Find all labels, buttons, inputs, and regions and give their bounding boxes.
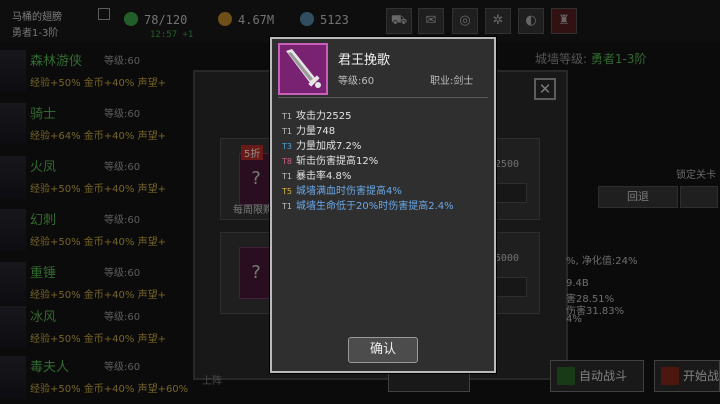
attribute-tier: T5	[282, 187, 292, 196]
sword-icon	[278, 43, 328, 95]
attribute-tier: T1	[282, 172, 292, 181]
item-attribute: T8 斩击伤害提高12%	[282, 152, 378, 167]
item-attribute: T1 攻击力2525	[282, 107, 351, 122]
item-attribute: T1 城墙生命低于20%时伤害提高2.4%	[282, 197, 454, 212]
item-detail-dialog: 君王挽歌 等级:60 职业:剑士 T1 攻击力2525 T1 力量748 T3 力量加…	[270, 37, 496, 373]
attribute-tier: T1	[282, 127, 292, 136]
attribute-tier: T3	[282, 142, 292, 151]
confirm-button[interactable]: 确认	[348, 337, 418, 363]
attribute-text: 力量748	[296, 126, 336, 137]
item-job: 职业:剑士	[430, 76, 474, 87]
attribute-text: 城墙满血时伤害提高4%	[296, 186, 402, 197]
divider	[278, 97, 488, 98]
attribute-tier: T1	[282, 112, 292, 121]
attribute-text: 攻击力2525	[296, 111, 352, 122]
attribute-text: 力量加成7.2%	[296, 141, 362, 152]
attribute-tier: T8	[282, 157, 292, 166]
attribute-tier: T1	[282, 202, 292, 211]
item-attribute: T1 暴击率4.8%	[282, 167, 351, 182]
item-attribute: T1 力量748	[282, 122, 335, 137]
attribute-text: 暴击率4.8%	[296, 171, 352, 182]
item-attribute: T3 力量加成7.2%	[282, 137, 361, 152]
item-name: 君王挽歌	[338, 53, 391, 68]
attribute-text: 城墙生命低于20%时伤害提高2.4%	[296, 201, 454, 212]
item-level: 等级:60	[338, 76, 375, 87]
item-attribute: T5 城墙满血时伤害提高4%	[282, 182, 402, 197]
attribute-text: 斩击伤害提高12%	[296, 156, 379, 167]
